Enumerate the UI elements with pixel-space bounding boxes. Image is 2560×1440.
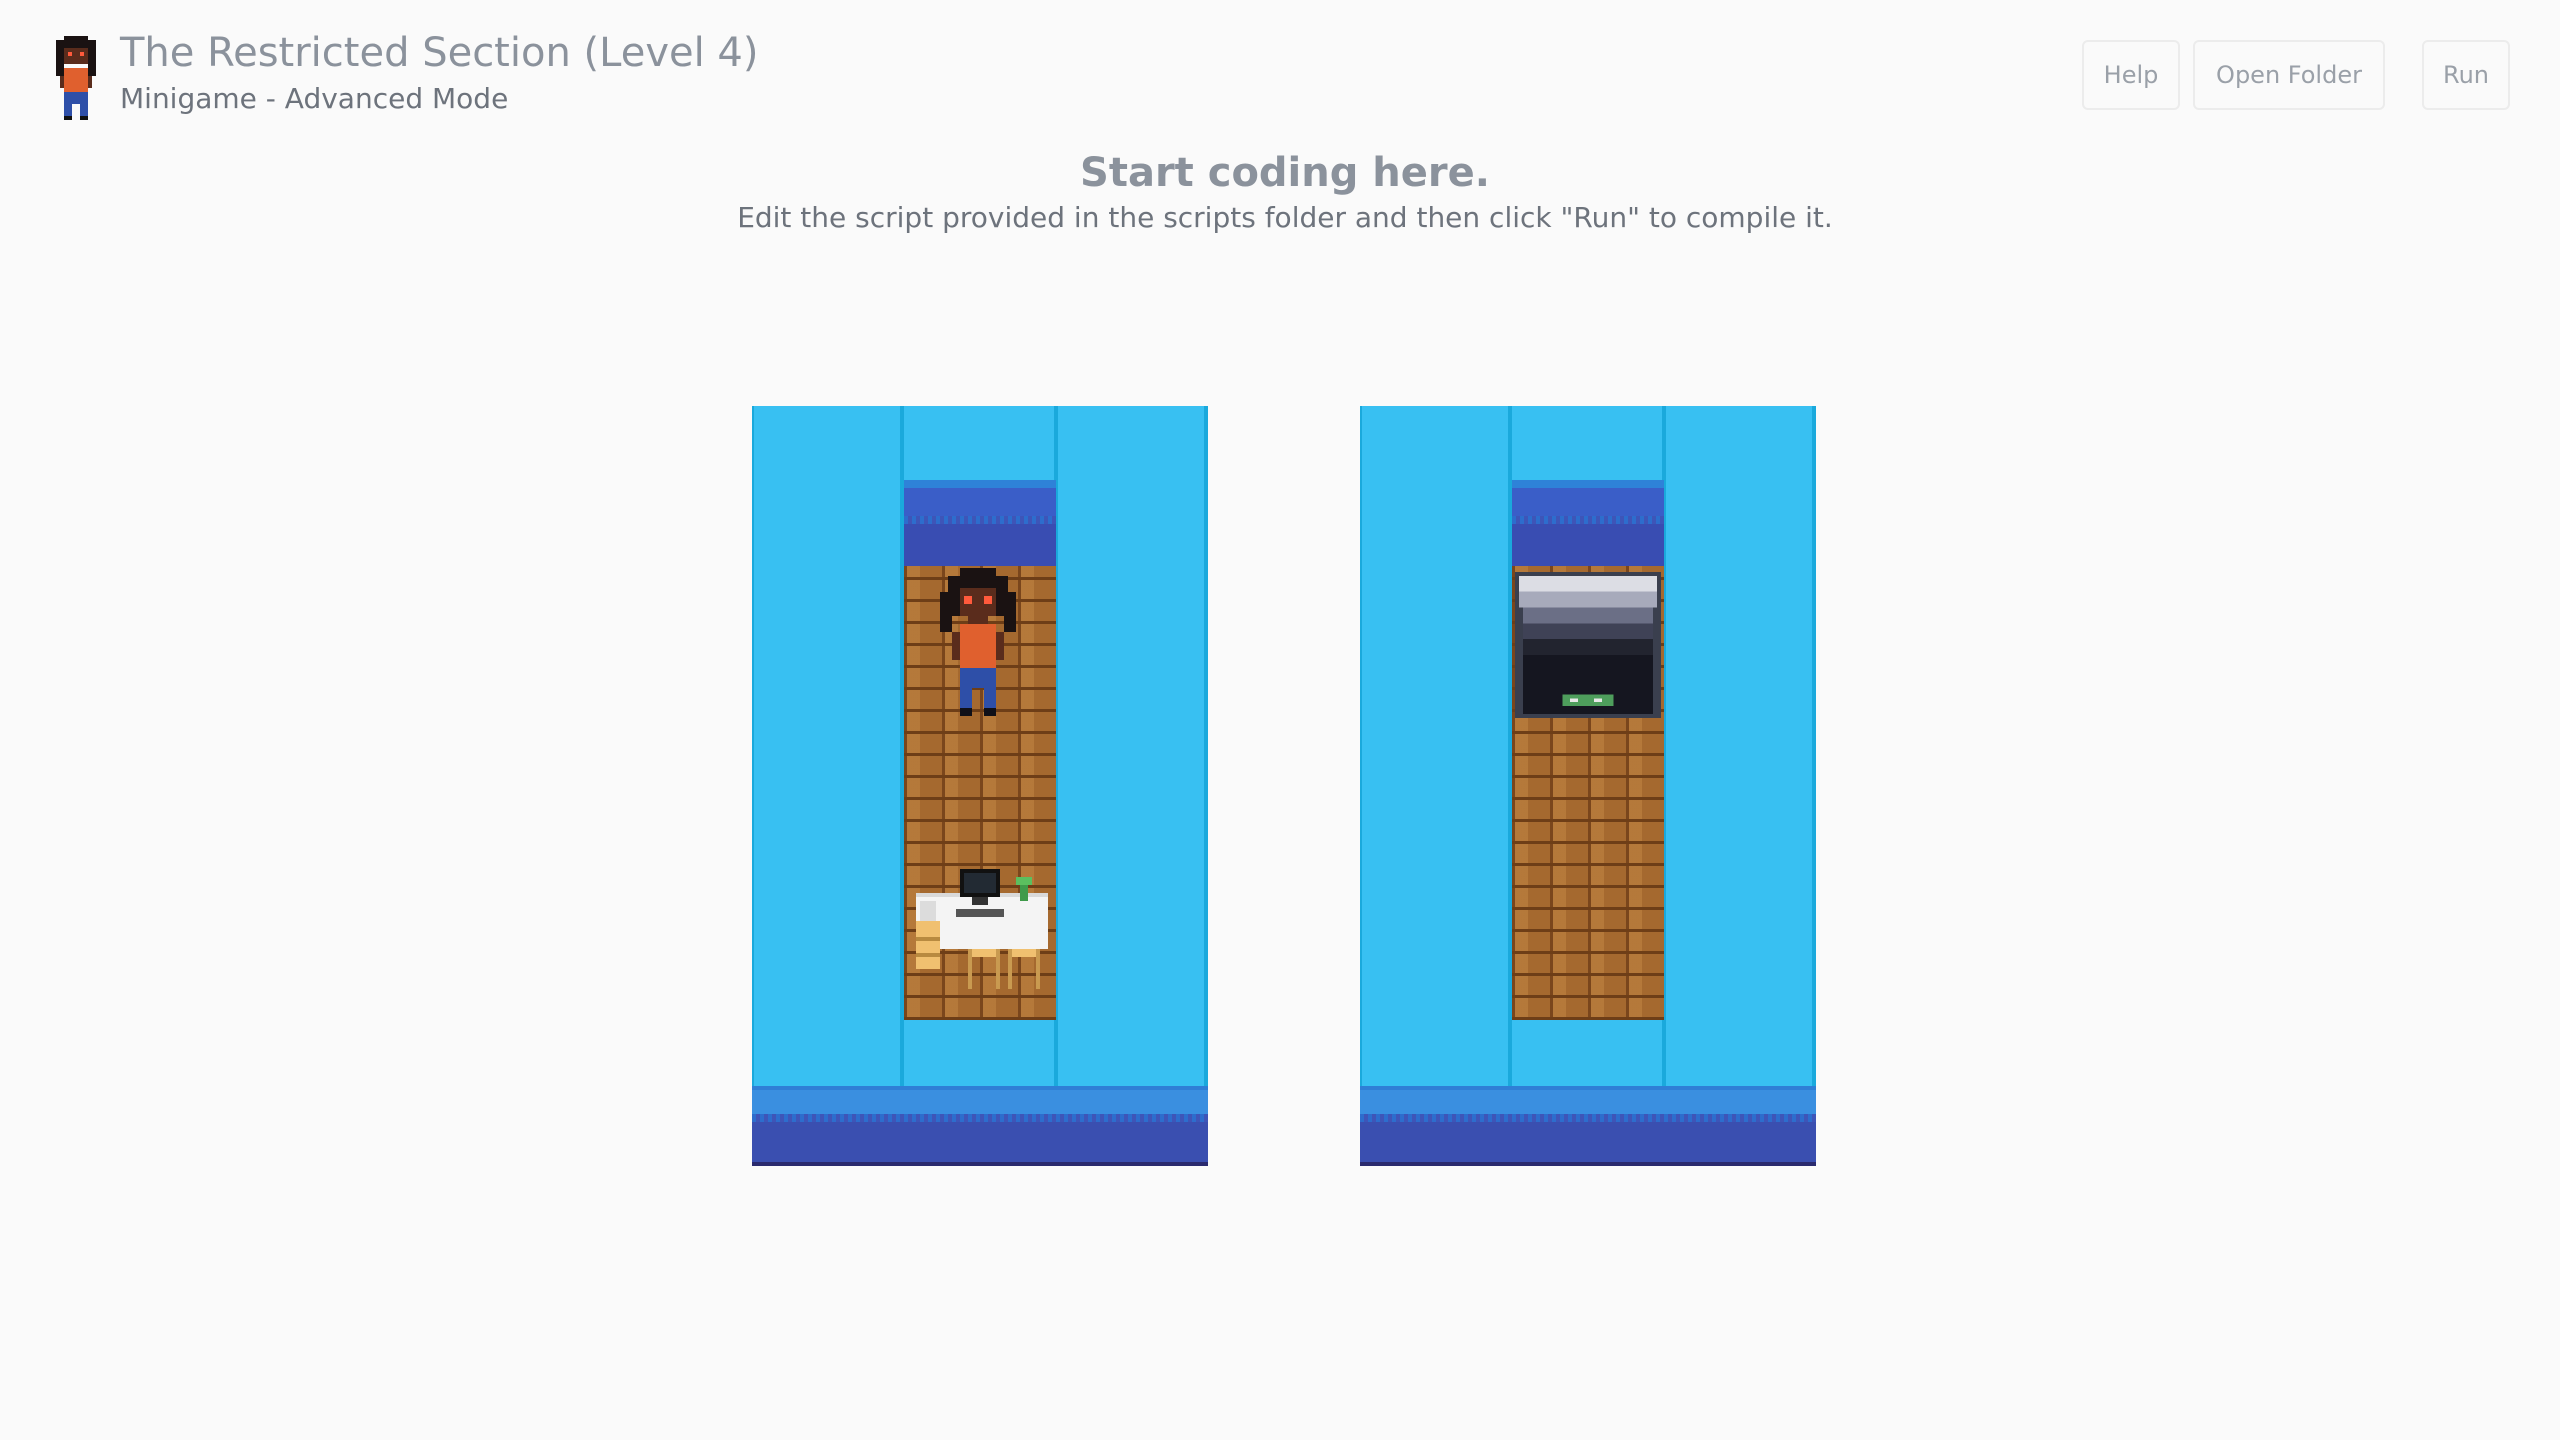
board-edge-left <box>752 406 754 1086</box>
open-folder-button[interactable]: Open Folder <box>2193 40 2385 110</box>
app-window: The Restricted Section (Level 4) Minigam… <box>0 0 2560 1440</box>
player-avatar-icon <box>56 36 96 120</box>
computer-desk-sprite[interactable] <box>916 868 1048 990</box>
board-edge-right <box>1812 406 1816 1086</box>
player-character-sprite <box>940 568 1016 716</box>
instructions-heading: Start coding here. <box>1080 150 1490 196</box>
run-button[interactable]: Run <box>2422 40 2510 110</box>
corridor-wall-top <box>904 480 1056 566</box>
page-subtitle: Minigame - Advanced Mode <box>120 82 509 115</box>
board-bottom-wall <box>1360 1086 1816 1166</box>
floor-hatch-sprite[interactable] <box>1514 572 1662 718</box>
instructions-text: Edit the script provided in the scripts … <box>737 201 1833 234</box>
corridor-wall-top <box>1512 480 1664 566</box>
page-title: The Restricted Section (Level 4) <box>120 30 759 76</box>
board-edge-left <box>1360 406 1362 1086</box>
board-edge-right <box>1204 406 1208 1086</box>
game-board-target-room <box>1360 406 1816 1166</box>
game-board-player-room <box>752 406 1208 1166</box>
help-button[interactable]: Help <box>2082 40 2180 110</box>
board-bottom-wall <box>752 1086 1208 1166</box>
